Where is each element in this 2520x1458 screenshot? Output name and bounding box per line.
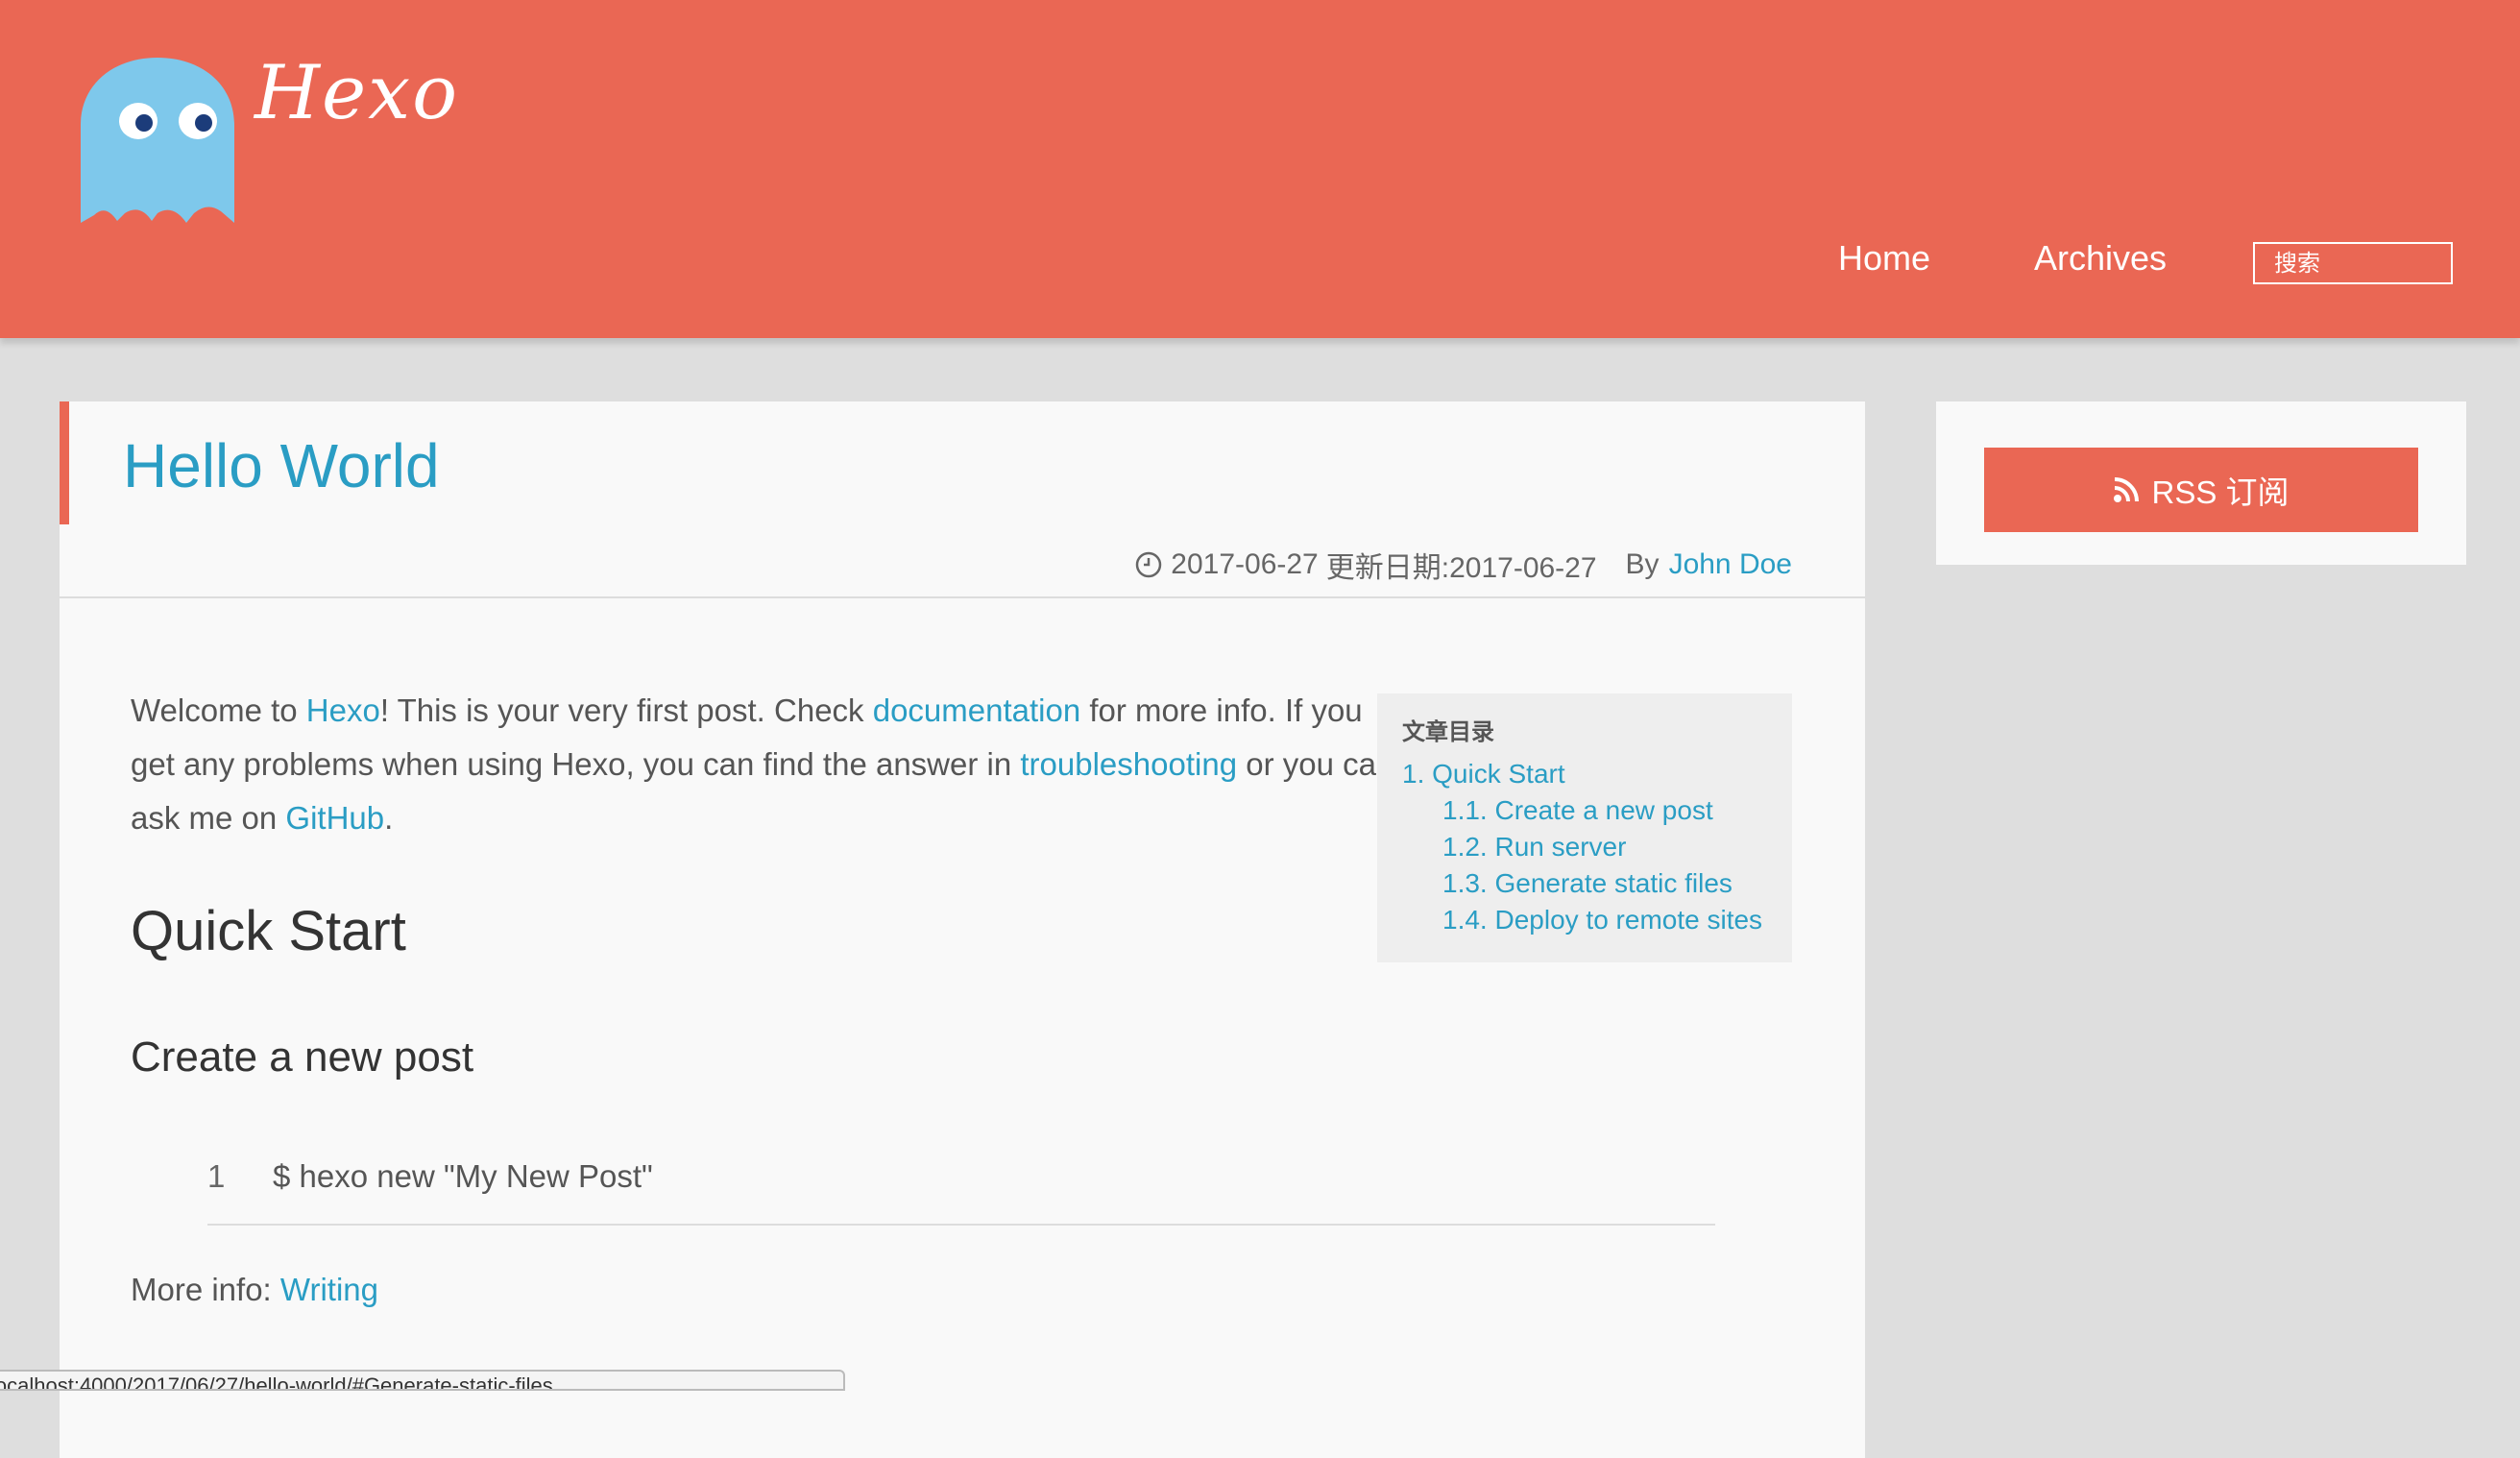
toc-title: 文章目录: [1402, 719, 1494, 745]
heading-quick-start: Quick Start: [131, 900, 406, 962]
more-info: More info: Writing: [131, 1272, 378, 1308]
meta-divider: [60, 596, 1865, 598]
rss-label: RSS 订阅: [2151, 474, 2290, 510]
troubleshooting-link[interactable]: troubleshooting: [1020, 746, 1237, 782]
more-info-label: More info:: [131, 1272, 280, 1307]
site-header: Hexo Home Archives: [0, 0, 2520, 338]
ghost-logo-icon[interactable]: [81, 58, 234, 227]
nav-home-link[interactable]: Home: [1838, 238, 1930, 279]
intro-paragraph: Welcome to Hexo! This is your very first…: [131, 684, 1408, 845]
code-block: 1 $ hexo new "My New Post": [207, 1158, 1715, 1226]
toc-item-deploy[interactable]: 1.4. Deploy to remote sites: [1402, 902, 1792, 938]
post-meta: 2017-06-27 更新日期:2017-06-27 By John Doe: [1134, 544, 1792, 586]
intro-text: Welcome to: [131, 693, 306, 728]
post-date: 2017-06-27: [1171, 548, 1319, 580]
code-line-number: 1: [207, 1158, 226, 1194]
title-accent-bar: [60, 401, 69, 524]
toc-item-create-post[interactable]: 1.1. Create a new post: [1402, 792, 1792, 829]
intro-text: .: [384, 800, 394, 836]
github-link[interactable]: GitHub: [285, 800, 384, 836]
table-of-contents: 文章目录 1. Quick Start 1.1. Create a new po…: [1377, 693, 1792, 962]
rss-icon: [2114, 477, 2140, 502]
post-updated: 更新日期:2017-06-27: [1325, 552, 1597, 584]
hexo-link[interactable]: Hexo: [306, 693, 380, 728]
documentation-link[interactable]: documentation: [873, 693, 1080, 728]
rss-subscribe-button[interactable]: RSS 订阅: [1984, 448, 2418, 532]
status-bar-url: localhost:4000/2017/06/27/hello-world/#G…: [0, 1370, 845, 1391]
author-link[interactable]: John Doe: [1669, 548, 1792, 581]
clock-icon: [1136, 551, 1162, 578]
code-source: $ hexo new "My New Post": [273, 1158, 653, 1194]
sidebar: RSS 订阅: [1936, 401, 2466, 565]
site-title[interactable]: Hexo: [254, 50, 459, 136]
search-input[interactable]: [2253, 242, 2453, 284]
author-label: By: [1625, 548, 1660, 580]
post-title[interactable]: Hello World: [123, 430, 440, 501]
toc-item-quick-start[interactable]: 1. Quick Start: [1402, 756, 1792, 792]
toc-item-generate-static[interactable]: 1.3. Generate static files: [1402, 865, 1792, 902]
writing-link[interactable]: Writing: [280, 1272, 378, 1307]
toc-item-run-server[interactable]: 1.2. Run server: [1402, 829, 1792, 865]
intro-text: ! This is your very first post. Check: [379, 693, 873, 728]
article-card: Hello World 2017-06-27 更新日期:2017-06-27 B…: [60, 401, 1865, 1458]
heading-create-post: Create a new post: [131, 1033, 474, 1081]
nav-archives-link[interactable]: Archives: [2034, 238, 2167, 279]
